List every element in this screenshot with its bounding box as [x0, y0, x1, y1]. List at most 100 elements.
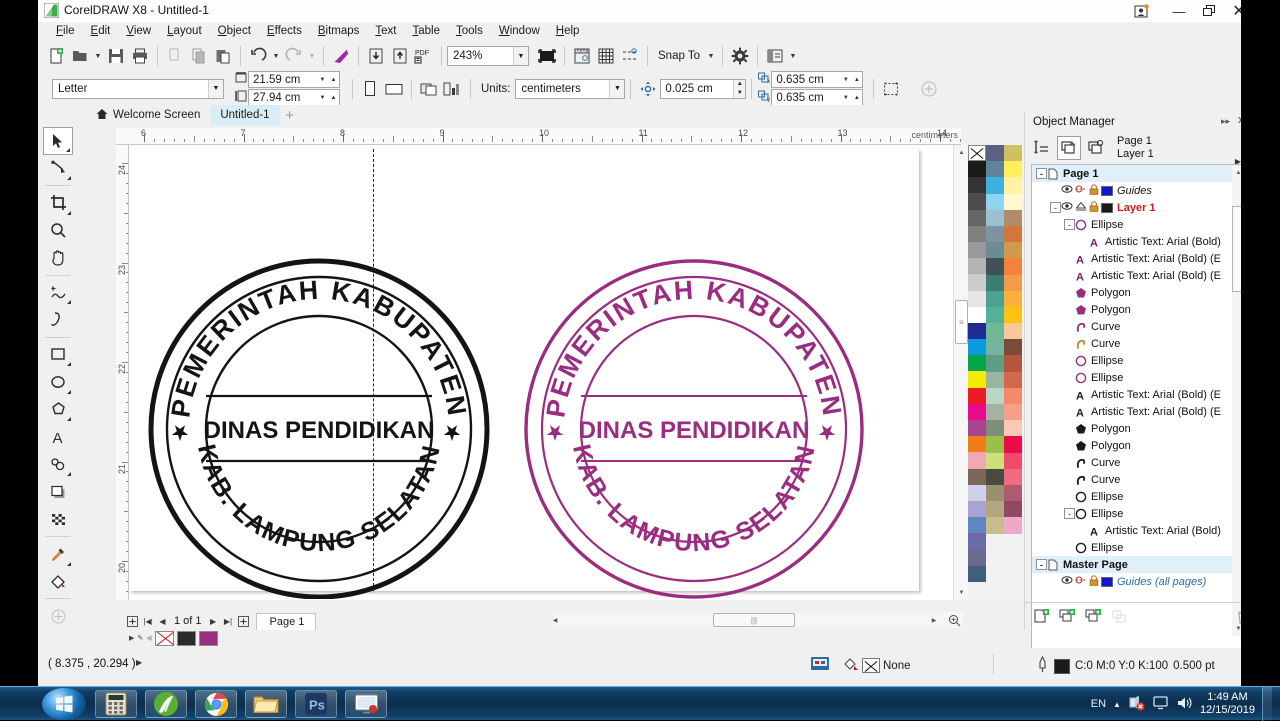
import-icon[interactable]: [364, 44, 388, 68]
add-toolbar-item-icon[interactable]: [917, 77, 941, 101]
object-tree-row[interactable]: Ellipse: [1032, 352, 1246, 369]
vertical-scroll-thumb[interactable]: ≡: [955, 300, 968, 344]
volume-icon[interactable]: [1176, 695, 1193, 714]
palette-column-1[interactable]: [968, 145, 986, 600]
palette-swatch[interactable]: [1004, 258, 1022, 275]
object-tree-row[interactable]: Polygon: [1032, 284, 1246, 301]
menu-view[interactable]: View: [118, 24, 159, 38]
palette-swatch[interactable]: [986, 484, 1004, 502]
printable-icon[interactable]: [1075, 184, 1087, 198]
object-tree-row[interactable]: Polygon: [1032, 437, 1246, 454]
network-disconnected-icon[interactable]: [1128, 695, 1145, 714]
flyout-arrow-icon[interactable]: [66, 147, 70, 152]
object-tree-row[interactable]: Curve: [1032, 318, 1246, 335]
menu-bitmaps[interactable]: Bitmaps: [310, 24, 368, 38]
palette-swatch[interactable]: [1004, 420, 1022, 437]
crop-tool[interactable]: [43, 189, 73, 217]
palette-swatch[interactable]: [968, 241, 986, 259]
object-tree-row[interactable]: Curve: [1032, 454, 1246, 471]
palette-swatch[interactable]: [1004, 484, 1022, 502]
palette-swatch[interactable]: [968, 468, 986, 485]
chevron-down-icon[interactable]: ▼: [513, 47, 528, 65]
visibility-controls[interactable]: [1061, 574, 1113, 589]
palette-swatch[interactable]: [1004, 193, 1022, 210]
palette-swatch[interactable]: [968, 517, 986, 534]
add-page-after-button[interactable]: [237, 614, 250, 628]
chevron-up-icon[interactable]: ▲: [851, 77, 862, 83]
palette-swatch[interactable]: [968, 452, 986, 469]
palette-swatch[interactable]: [968, 258, 986, 275]
photoshop-icon[interactable]: Ps: [295, 690, 337, 718]
object-tree-row[interactable]: Polygon: [1032, 420, 1246, 437]
palette-swatch[interactable]: [1004, 404, 1022, 421]
palette-swatch[interactable]: [986, 355, 1004, 372]
interactive-fill-tool[interactable]: [43, 568, 73, 596]
palette-swatch[interactable]: [1004, 452, 1022, 469]
tab-untitled-1[interactable]: Untitled-1: [210, 105, 280, 125]
palette-swatch[interactable]: [986, 387, 1004, 404]
new-layer-icon[interactable]: [1033, 605, 1052, 629]
landscape-orientation-button[interactable]: [382, 77, 406, 101]
purple-swatch[interactable]: [198, 630, 218, 646]
object-tree-row[interactable]: Polygon: [1032, 301, 1246, 318]
pick-tool[interactable]: [43, 127, 73, 155]
object-tree-row[interactable]: Guides: [1032, 182, 1246, 199]
zoom-level-combo[interactable]: 243% ▼: [447, 46, 529, 66]
export-pdf-icon[interactable]: PDF: [412, 44, 436, 68]
new-document-icon[interactable]: [44, 44, 68, 68]
page-background-icon[interactable]: [441, 77, 465, 101]
palette-swatch[interactable]: [968, 484, 986, 501]
palette-swatch[interactable]: [1004, 323, 1022, 340]
menu-window[interactable]: Window: [491, 24, 548, 38]
object-tree[interactable]: - Page 1 Guides - Layer 1 - Ellipse A Artistic T…: [1031, 164, 1247, 664]
palette-swatch[interactable]: [986, 242, 1004, 259]
shape-tool[interactable]: [43, 155, 73, 183]
stamp-purple[interactable]: PEMERINTAH KABUPATEN KAB. LAMPUNG SELATA…: [514, 249, 874, 599]
new-master-layer-even-icon[interactable]: [1085, 605, 1104, 629]
show-rulers-icon[interactable]: [570, 44, 594, 68]
expand-collapse-icon[interactable]: -: [1050, 202, 1061, 213]
palette-swatch[interactable]: [968, 339, 986, 356]
palette-swatch[interactable]: [968, 290, 986, 307]
options-gear-icon[interactable]: [728, 44, 752, 68]
menu-edit[interactable]: Edit: [83, 24, 119, 38]
show-object-properties-icon[interactable]: [1030, 136, 1054, 160]
palette-swatch[interactable]: [968, 403, 986, 420]
coreldraw-icon[interactable]: [145, 690, 187, 718]
color-palette[interactable]: [968, 145, 1024, 600]
save-icon[interactable]: [104, 44, 128, 68]
show-desktop-button[interactable]: [1262, 687, 1272, 721]
ellipse-tool[interactable]: [43, 368, 73, 396]
print-icon[interactable]: [128, 44, 152, 68]
palette-swatch[interactable]: [986, 517, 1004, 534]
object-tree-row[interactable]: A Artistic Text: Arial (Bold) (E: [1032, 267, 1246, 284]
pan-tool[interactable]: [43, 244, 73, 272]
zoom-tool[interactable]: [43, 217, 73, 245]
chevron-up-icon[interactable]: ▲: [851, 95, 862, 101]
chevron-up-icon[interactable]: ▲: [328, 77, 339, 83]
palette-swatch[interactable]: [1004, 209, 1022, 226]
show-hidden-icons-icon[interactable]: ▲: [1113, 700, 1121, 709]
palette-swatch[interactable]: [986, 501, 1004, 518]
maximize-button[interactable]: [1194, 0, 1224, 22]
object-tree-row[interactable]: - Page 1: [1032, 165, 1246, 182]
tray-language[interactable]: EN: [1091, 698, 1106, 710]
drop-shadow-tool[interactable]: [43, 478, 73, 506]
object-tree-row[interactable]: Ellipse: [1032, 488, 1246, 505]
application-launcher-icon[interactable]: [763, 44, 787, 68]
add-page-before-button[interactable]: [126, 614, 139, 628]
snap-to-label[interactable]: Snap To: [658, 50, 700, 62]
open-dropdown-icon[interactable]: ▼: [92, 44, 104, 68]
object-tree-row[interactable]: - Layer 1: [1032, 199, 1246, 216]
drawing-canvas[interactable]: PEMERINTAH KABUPATEN KAB. LAMPUNG SELATA…: [129, 145, 961, 600]
object-tree-row[interactable]: Ellipse: [1032, 539, 1246, 556]
palette-swatch[interactable]: [1004, 306, 1022, 324]
text-tool[interactable]: A: [43, 423, 73, 451]
palette-swatch[interactable]: [986, 258, 1004, 275]
lock-icon[interactable]: [1089, 200, 1099, 215]
flyout-arrow-icon[interactable]: [67, 472, 71, 477]
eye-icon[interactable]: [1061, 575, 1073, 588]
duplicate-x-field[interactable]: 0.635 cm ▼ ▲: [771, 71, 864, 88]
menu-text[interactable]: Text: [367, 24, 404, 38]
last-page-button[interactable]: ▶|: [222, 614, 235, 628]
